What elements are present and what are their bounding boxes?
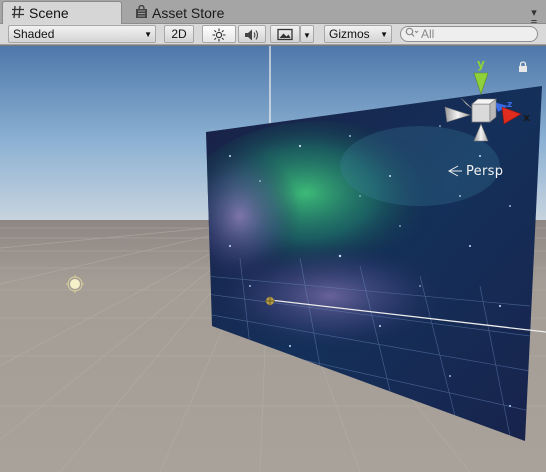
scene-render: y z x <box>0 46 546 472</box>
chevron-down-icon: ▼ <box>380 30 388 39</box>
effects-toggle-button[interactable] <box>270 25 300 43</box>
audio-toggle-button[interactable] <box>238 25 266 43</box>
grid-icon <box>11 5 25 23</box>
scene-viewport[interactable]: y z x Persp <box>0 45 546 472</box>
shading-mode-dropdown[interactable]: Shaded ▼ <box>8 25 156 43</box>
sun-icon <box>212 28 226 45</box>
effects-dropdown-button[interactable]: ▼ <box>300 25 314 43</box>
search-placeholder: All <box>421 27 435 41</box>
gizmos-label: Gizmos <box>329 27 370 41</box>
tab-asset-store[interactable]: Asset Store <box>126 2 256 24</box>
tab-bar: Scene Asset Store ▾ ≡ <box>0 0 546 29</box>
mode-2d-label: 2D <box>171 27 187 41</box>
search-input[interactable]: All <box>400 26 538 42</box>
panel-menu-icon[interactable]: ▾ ≡ <box>526 8 542 29</box>
gizmo-z-label: z <box>507 100 512 110</box>
mode-2d-button[interactable]: 2D <box>164 25 194 43</box>
store-bag-icon <box>134 4 148 23</box>
lighting-toggle-button[interactable] <box>202 25 236 43</box>
gizmos-dropdown[interactable]: Gizmos ▼ <box>324 25 392 43</box>
tab-scene[interactable]: Scene <box>2 1 122 25</box>
chevron-down-icon: ▼ <box>144 30 152 39</box>
tab-scene-label: Scene <box>29 5 69 21</box>
chevron-down-icon: ▼ <box>303 31 311 40</box>
search-icon <box>405 27 419 41</box>
speaker-icon <box>244 29 260 45</box>
lock-icon[interactable] <box>518 61 528 73</box>
gizmo-x-label: x <box>523 111 530 124</box>
tab-asset-store-label: Asset Store <box>152 5 225 21</box>
image-icon <box>277 28 293 44</box>
projection-label[interactable]: Persp <box>466 164 503 179</box>
shading-mode-value: Shaded <box>13 27 55 41</box>
gizmo-y-label: y <box>477 57 485 71</box>
scene-toolbar: Shaded ▼ 2D ▼ Gizmos ▼ All <box>0 24 546 45</box>
